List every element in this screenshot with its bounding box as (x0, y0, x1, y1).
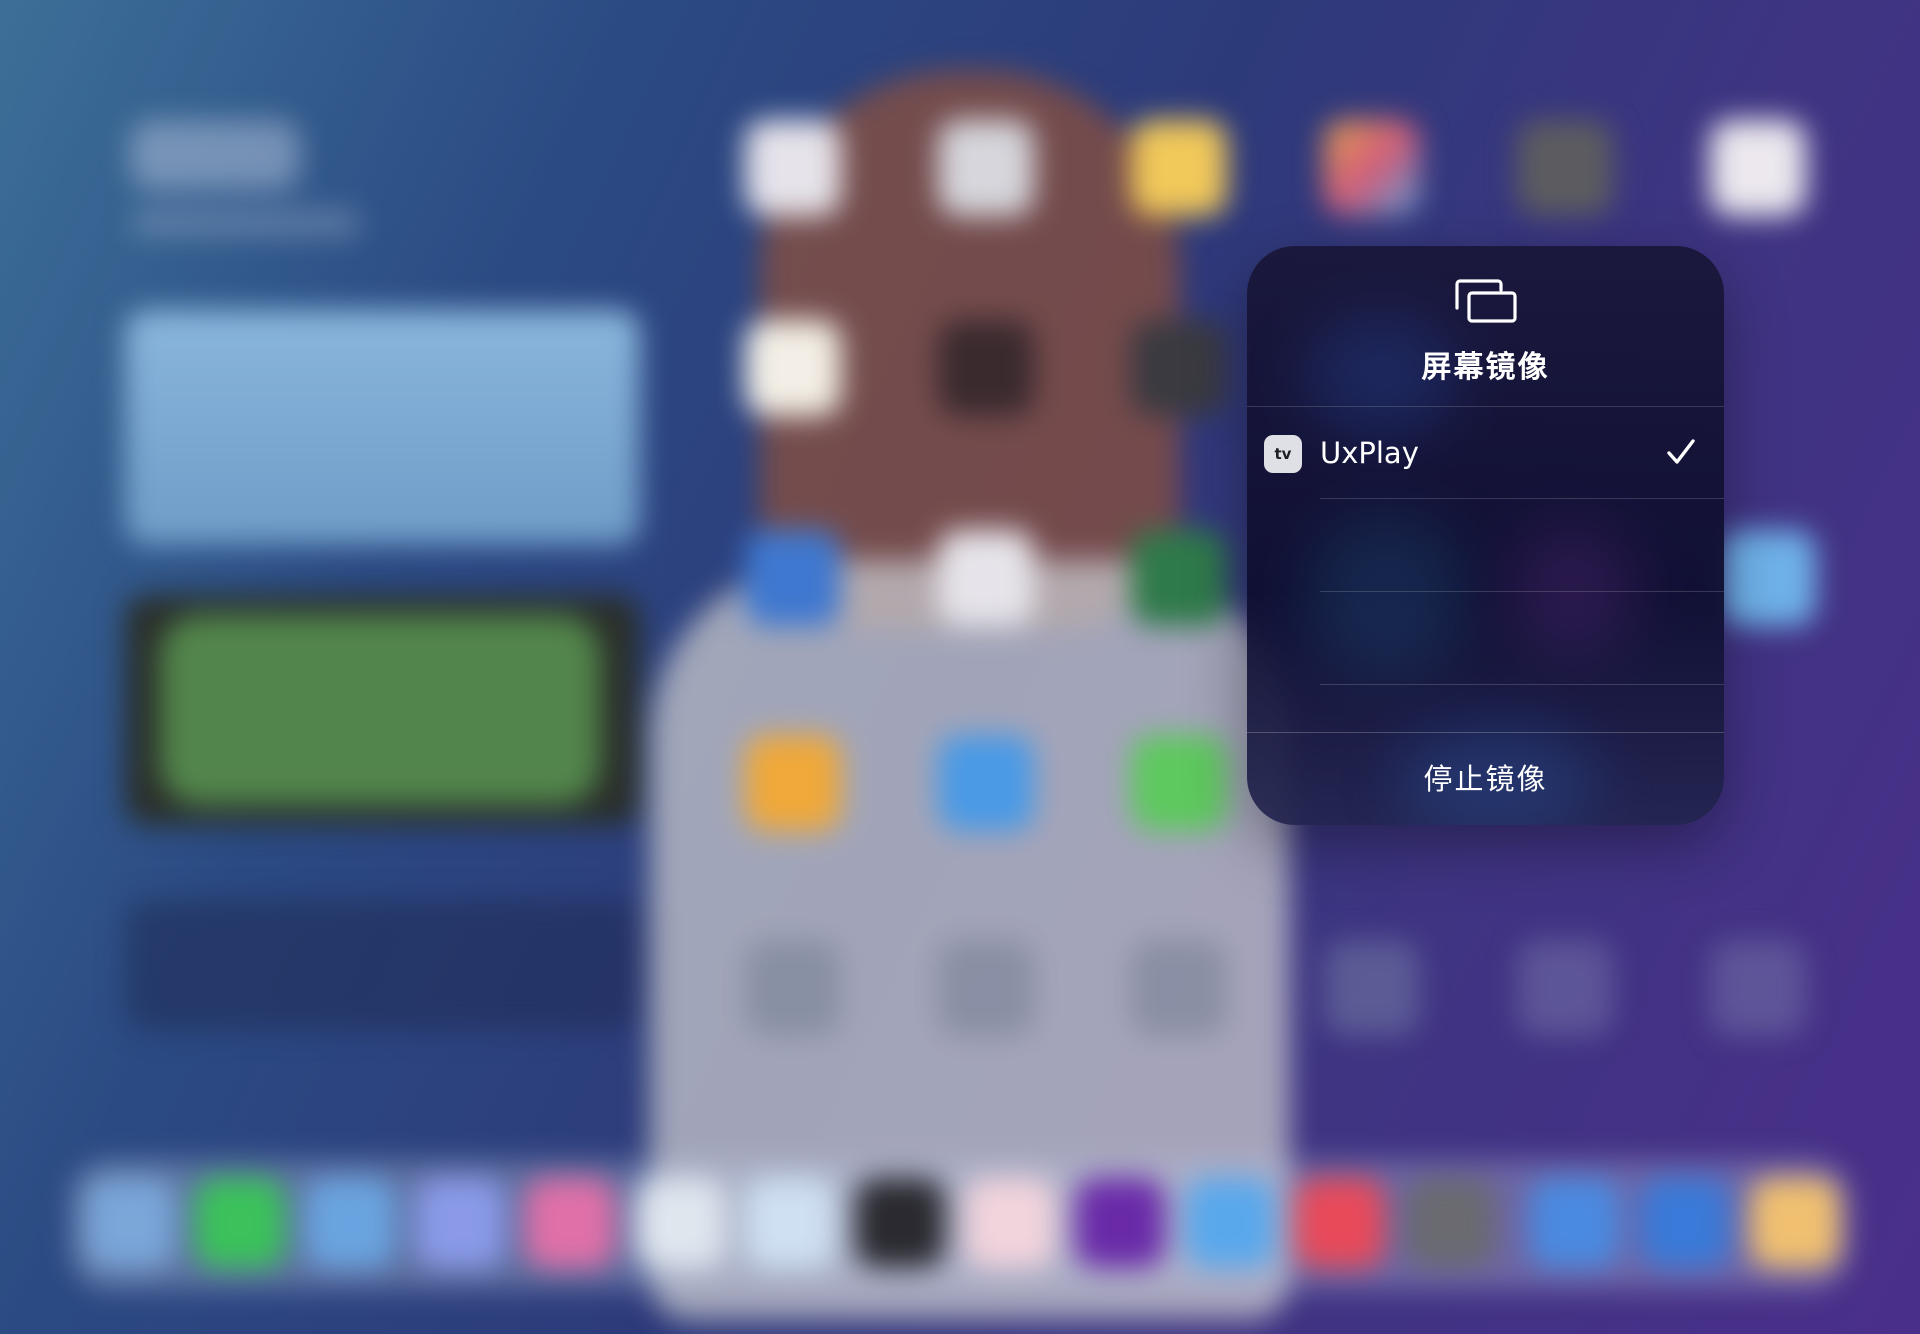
checkmark-icon (1667, 439, 1695, 464)
app-icon-blur (938, 120, 1034, 216)
dock-icon-blur (1405, 1178, 1495, 1268)
dock-icon-blur (745, 1178, 835, 1268)
music-widget-blur (125, 900, 640, 1030)
folder-icon-blur (745, 940, 841, 1036)
screen-mirroring-icon (1455, 279, 1517, 323)
dock-icon-blur (1295, 1178, 1385, 1268)
device-row-divider (1320, 684, 1724, 685)
device-row-placeholder (1247, 592, 1724, 684)
home-screen: 屏幕镜像 tv UxPlay 停止镜像 (0, 0, 1920, 1334)
dock-icon-blur (1750, 1178, 1840, 1268)
app-icon-blur (745, 530, 841, 626)
dock-icon-blur (635, 1178, 725, 1268)
apple-tv-icon: tv (1264, 435, 1302, 473)
app-icon-blur (1720, 530, 1816, 626)
dock-icon-blur (305, 1178, 395, 1268)
panel-header: 屏幕镜像 (1247, 246, 1724, 406)
app-icon-blur (1131, 530, 1227, 626)
weather-widget-blur (125, 310, 640, 545)
folder-icon-blur (938, 940, 1034, 1036)
panel-title: 屏幕镜像 (1421, 350, 1550, 385)
dock-icon-blur (855, 1178, 945, 1268)
dock-icon-blur (965, 1178, 1055, 1268)
clock-widget-blur (130, 120, 300, 190)
date-blur (130, 210, 360, 236)
folder-icon-blur (1517, 940, 1613, 1036)
device-name: UxPlay (1320, 436, 1419, 470)
app-icon-blur (1710, 120, 1806, 216)
apple-tv-icon-label: tv (1274, 445, 1292, 463)
app-icon-blur (1324, 120, 1420, 216)
app-icon-blur (938, 320, 1034, 416)
dock-icon-blur (195, 1178, 285, 1268)
dock-icon-blur (525, 1178, 615, 1268)
dock-icon-blur (85, 1178, 175, 1268)
app-icon-blur (938, 735, 1034, 831)
app-icon-blur (1131, 735, 1227, 831)
device-row-uxplay[interactable]: tv UxPlay (1247, 407, 1724, 499)
dock-icon-blur (1075, 1178, 1165, 1268)
map-green-blur (160, 615, 600, 805)
app-icon-blur (745, 120, 841, 216)
app-icon-blur (745, 320, 841, 416)
device-row-placeholder (1247, 499, 1724, 591)
dock-icon-blur (1185, 1178, 1275, 1268)
app-icon-blur (745, 735, 841, 831)
stop-mirroring-button[interactable]: 停止镜像 (1247, 733, 1724, 825)
dock-icon-blur (415, 1178, 505, 1268)
folder-icon-blur (1324, 940, 1420, 1036)
dock-icon-blur (1640, 1178, 1730, 1268)
folder-icon-blur (1131, 940, 1227, 1036)
app-icon-blur (1131, 320, 1227, 416)
app-icon-blur (1517, 120, 1613, 216)
screen-mirroring-panel: 屏幕镜像 tv UxPlay 停止镜像 (1247, 246, 1724, 825)
folder-icon-blur (1710, 940, 1806, 1036)
dock-icon-blur (1530, 1178, 1620, 1268)
app-icon-blur (938, 530, 1034, 626)
app-icon-blur (1131, 120, 1227, 216)
